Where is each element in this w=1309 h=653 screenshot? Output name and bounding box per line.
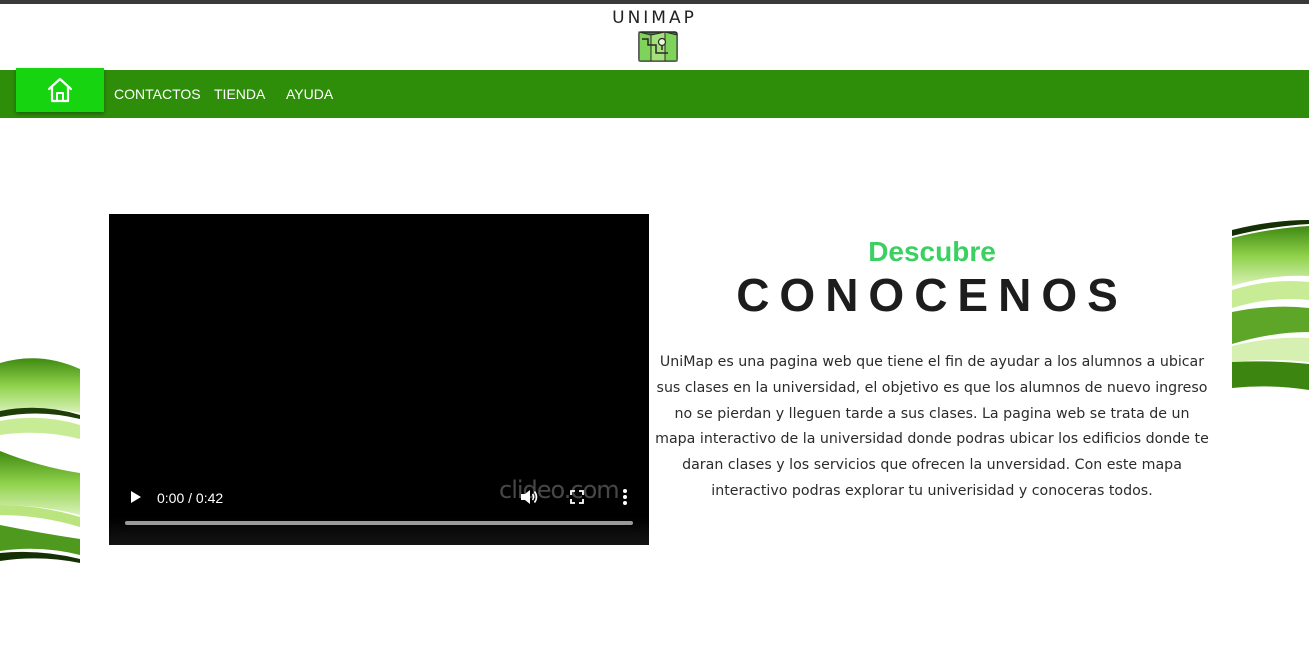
section-title: CONOCENOS <box>736 269 1128 321</box>
video-progress-track[interactable] <box>125 521 633 525</box>
nav-link-ayuda[interactable]: AYUDA <box>286 86 333 102</box>
volume-icon[interactable] <box>519 487 539 507</box>
map-icon[interactable] <box>638 31 678 62</box>
decorative-swirl-right <box>1232 220 1309 390</box>
nav-link-tienda[interactable]: TIENDA <box>214 86 265 102</box>
about-description: UniMap es una pagina web que tiene el fi… <box>655 354 1209 499</box>
video-time: 0:00 / 0:42 <box>157 490 224 506</box>
home-button[interactable] <box>16 68 104 112</box>
nav-link-contactos[interactable]: CONTACTOS <box>114 86 201 102</box>
home-icon <box>47 77 73 103</box>
brand-name[interactable]: UNIMAP <box>0 8 1309 28</box>
decorative-swirl-left <box>0 358 80 563</box>
site-header: UNIMAP <box>0 4 1309 70</box>
section-eyebrow: Descubre <box>868 236 996 267</box>
video-player[interactable]: clideo.com 0:00 / 0:42 <box>109 214 649 545</box>
play-icon[interactable] <box>127 489 143 505</box>
fullscreen-icon[interactable] <box>569 489 585 505</box>
main-nav: CONTACTOS TIENDA AYUDA <box>0 68 1309 118</box>
more-options-icon[interactable] <box>616 487 634 507</box>
video-watermark: clideo.com <box>499 476 620 504</box>
